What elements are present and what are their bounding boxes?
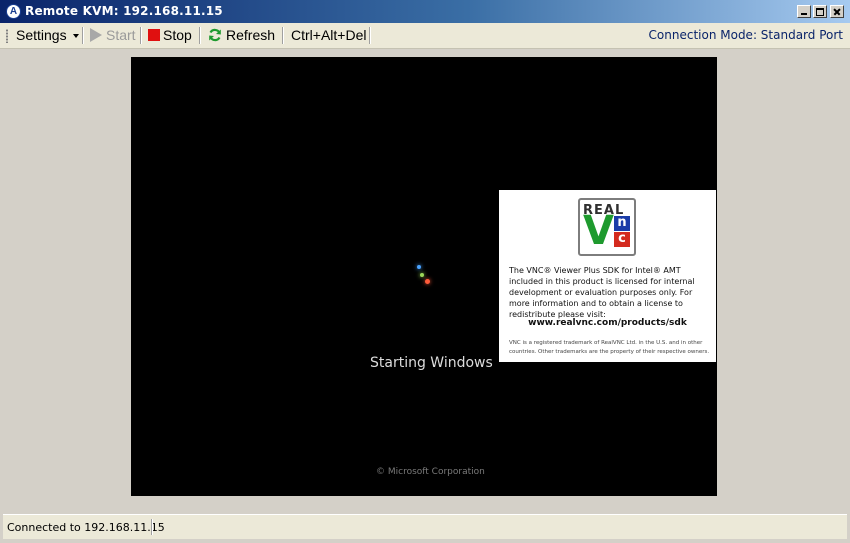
settings-menu-button[interactable]: Settings — [16, 27, 79, 44]
logo-v-letter: V — [583, 208, 614, 254]
boot-orb-blue — [417, 265, 421, 269]
minimize-button[interactable] — [797, 5, 811, 18]
play-icon[interactable] — [90, 28, 102, 42]
ctrl-alt-del-button[interactable]: Ctrl+Alt+Del — [291, 27, 366, 44]
status-separator — [151, 519, 153, 535]
toolbar: Settings Start Stop Refresh Ctrl+Alt+Del… — [0, 23, 850, 49]
vnc-license-notice: REAL V n c The VNC® Viewer Plus SDK for … — [499, 190, 716, 362]
toolbar-separator — [369, 27, 371, 44]
ctrl-alt-del-label: Ctrl+Alt+Del — [291, 27, 367, 43]
toolbar-separator — [140, 27, 142, 44]
settings-label: Settings — [16, 27, 67, 43]
stop-button[interactable]: Stop — [163, 27, 192, 44]
remote-desktop-view[interactable]: Starting Windows © Microsoft Corporation… — [131, 57, 717, 496]
stop-icon[interactable] — [148, 29, 160, 41]
stop-label: Stop — [163, 27, 192, 43]
connection-mode-label: Connection Mode: Standard Port — [648, 28, 843, 42]
toolbar-separator — [282, 27, 284, 44]
vnc-sdk-url: www.realvnc.com/products/sdk — [528, 318, 687, 328]
refresh-icon[interactable] — [208, 28, 222, 42]
title-bar[interactable]: A Remote KVM: 192.168.11.15 — [0, 0, 850, 23]
boot-orb-green — [420, 273, 424, 277]
start-button[interactable]: Start — [106, 27, 136, 44]
refresh-label: Refresh — [226, 27, 276, 43]
realvnc-logo: REAL V n c — [578, 198, 636, 256]
maximize-button[interactable] — [813, 5, 827, 18]
toolbar-separator — [199, 27, 201, 44]
vnc-license-text: The VNC® Viewer Plus SDK for Intel® AMT … — [509, 266, 695, 319]
dropdown-arrow-icon — [72, 34, 79, 39]
start-label: Start — [106, 27, 136, 43]
close-button[interactable] — [830, 5, 844, 18]
logo-c-letter: c — [614, 232, 630, 247]
window-title: Remote KVM: 192.168.11.15 — [25, 4, 223, 18]
microsoft-copyright: © Microsoft Corporation — [376, 467, 485, 477]
app-icon: A — [6, 4, 21, 19]
refresh-button[interactable]: Refresh — [226, 27, 275, 44]
toolbar-separator — [82, 27, 84, 44]
vnc-trademark-text: VNC is a registered trademark of RealVNC… — [509, 340, 710, 355]
logo-n-letter: n — [614, 216, 630, 231]
toolbar-grip[interactable] — [6, 29, 8, 43]
connection-status: Connected to 192.168.11.15 — [7, 521, 165, 534]
starting-windows-text: Starting Windows — [370, 355, 493, 371]
boot-orb-red — [425, 279, 430, 284]
status-bar: Connected to 192.168.11.15 — [3, 514, 847, 539]
